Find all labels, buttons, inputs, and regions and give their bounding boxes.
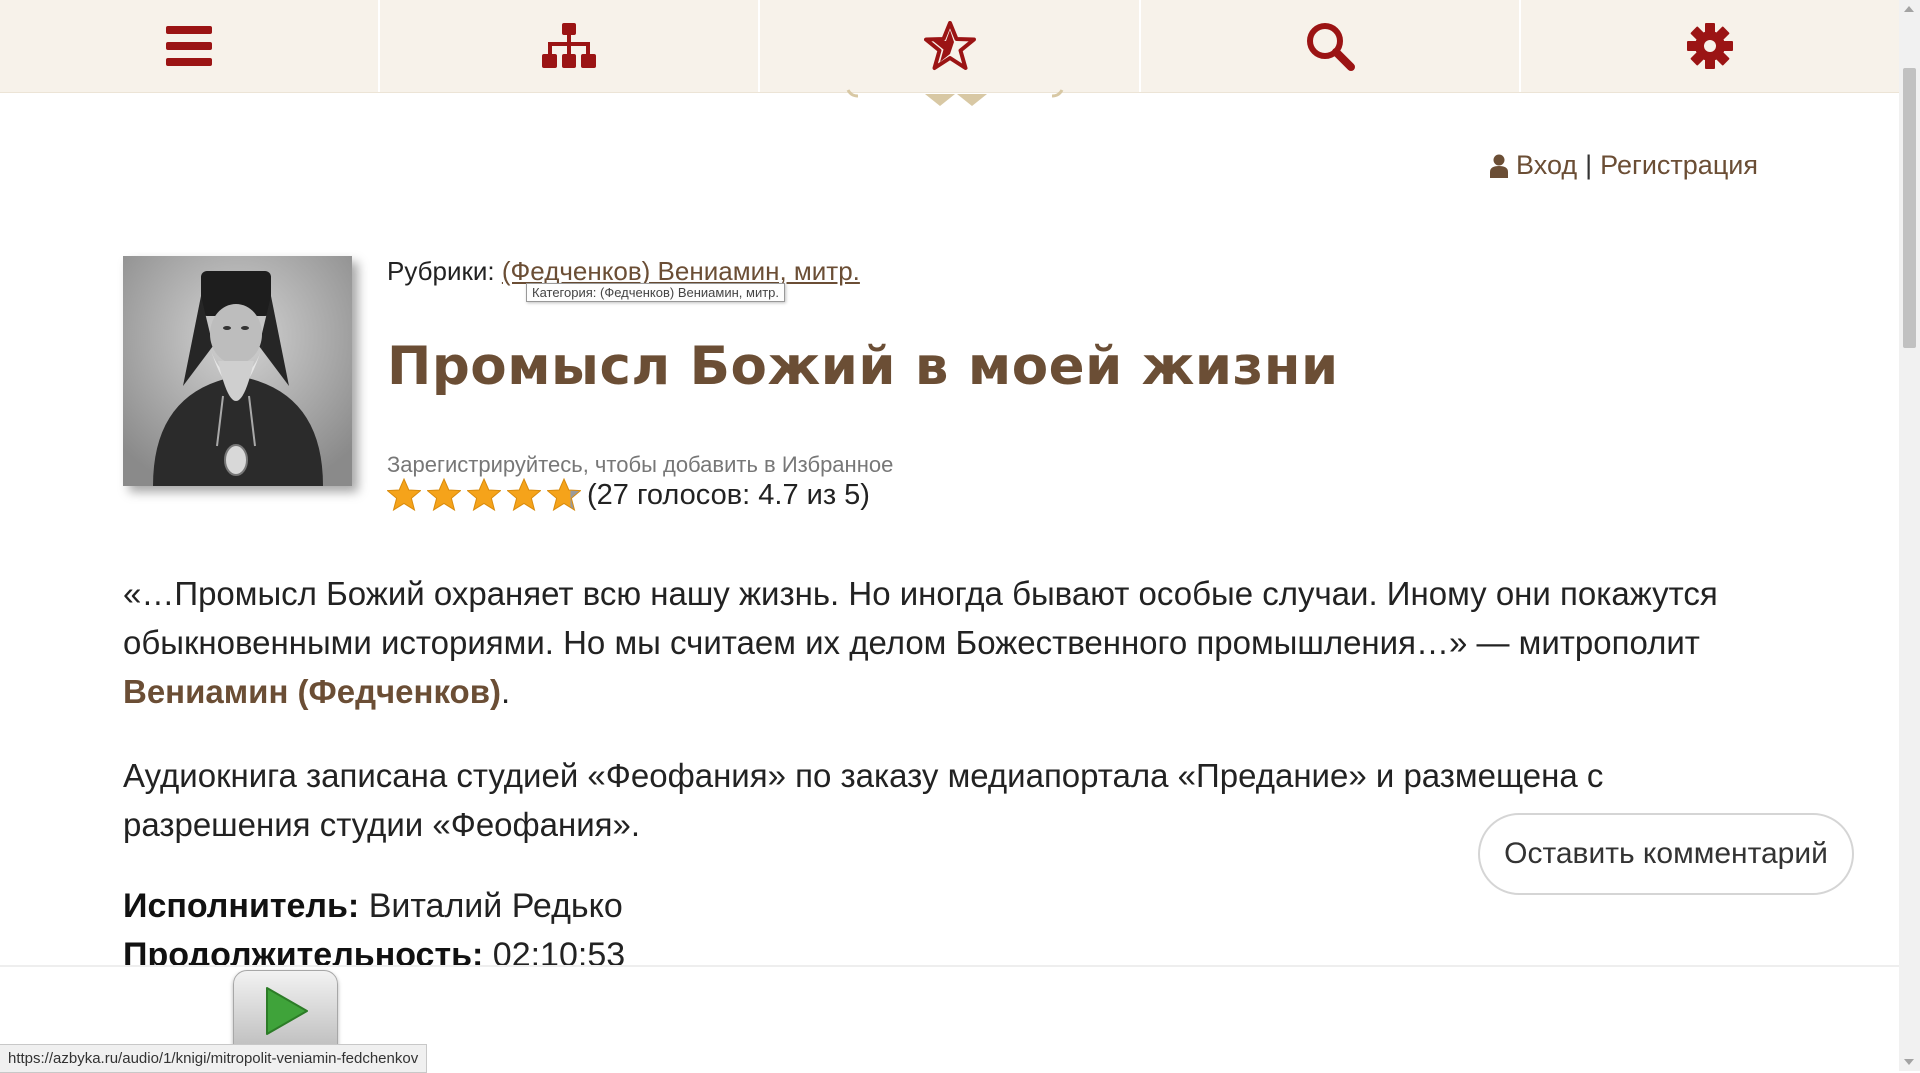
performer-line: Исполнитель: Виталий Редько: [123, 887, 623, 926]
scroll-up-arrow-icon[interactable]: [1904, 6, 1914, 12]
star-icon: [923, 21, 976, 70]
sitemap-icon: [542, 23, 597, 68]
quote-author: Вениамин (Федченков): [123, 673, 501, 710]
settings-button[interactable]: [1521, 0, 1899, 92]
menu-button[interactable]: [0, 0, 381, 92]
rating-star-icon[interactable]: [387, 478, 421, 512]
performer-value: Виталий Редько: [368, 887, 623, 925]
rubric-tooltip: Категория: (Федченков) Вениамин, митр.: [526, 283, 785, 302]
register-link[interactable]: Регистрация: [1600, 150, 1758, 181]
page-title: Промысл Божий в моей жизни: [387, 336, 1339, 397]
user-icon: [1490, 154, 1509, 178]
header-ornament: [846, 89, 1064, 106]
quote-text: «…Промысл Божий охраняет всю нашу жизнь.…: [123, 575, 1718, 661]
search-icon: [1306, 23, 1355, 71]
vertical-scrollbar[interactable]: [1899, 0, 1920, 1071]
play-icon: [265, 987, 308, 1035]
quote-end: .: [500, 673, 511, 710]
status-url: https://azbyka.ru/audio/1/knigi/mitropol…: [0, 1044, 428, 1073]
top-navigation: [0, 0, 1899, 93]
rating-stars: [387, 478, 581, 512]
rubric-link[interactable]: (Федченков) Вениамин, митр.: [502, 256, 860, 286]
rating-widget: (27 голосов: 4.7 из 5): [387, 478, 870, 512]
rating-star-icon[interactable]: [427, 478, 461, 512]
rating-star-icon[interactable]: [547, 478, 581, 512]
rating-star-icon[interactable]: [507, 478, 541, 512]
description-quote: «…Промысл Божий охраняет всю нашу жизнь.…: [123, 569, 1783, 716]
auth-links: Вход | Регистрация: [1490, 150, 1758, 181]
favorite-hint: Зарегистрируйтесь, чтобы добавить в Избр…: [387, 452, 894, 477]
leave-comment-button[interactable]: Оставить комментарий: [1478, 813, 1854, 895]
performer-label: Исполнитель:: [123, 887, 360, 925]
rubric-label: Рубрики:: [387, 256, 495, 286]
scroll-down-arrow-icon[interactable]: [1904, 1059, 1914, 1065]
sitemap-button[interactable]: [380, 0, 761, 92]
author-portrait: [123, 256, 352, 486]
play-button[interactable]: [233, 970, 338, 1052]
rating-star-icon[interactable]: [467, 478, 501, 512]
studio-note: Аудиокнига записана студией «Феофания» п…: [123, 757, 1604, 843]
rating-votes: (27 голосов: 4.7 из 5): [587, 478, 870, 511]
gear-icon: [1686, 23, 1733, 69]
hamburger-icon: [166, 26, 213, 66]
auth-separator: |: [1585, 150, 1593, 180]
login-link[interactable]: Вход: [1516, 150, 1577, 181]
search-button[interactable]: [1141, 0, 1521, 92]
favorites-button[interactable]: [760, 0, 1141, 92]
scroll-thumb[interactable]: [1903, 68, 1916, 348]
